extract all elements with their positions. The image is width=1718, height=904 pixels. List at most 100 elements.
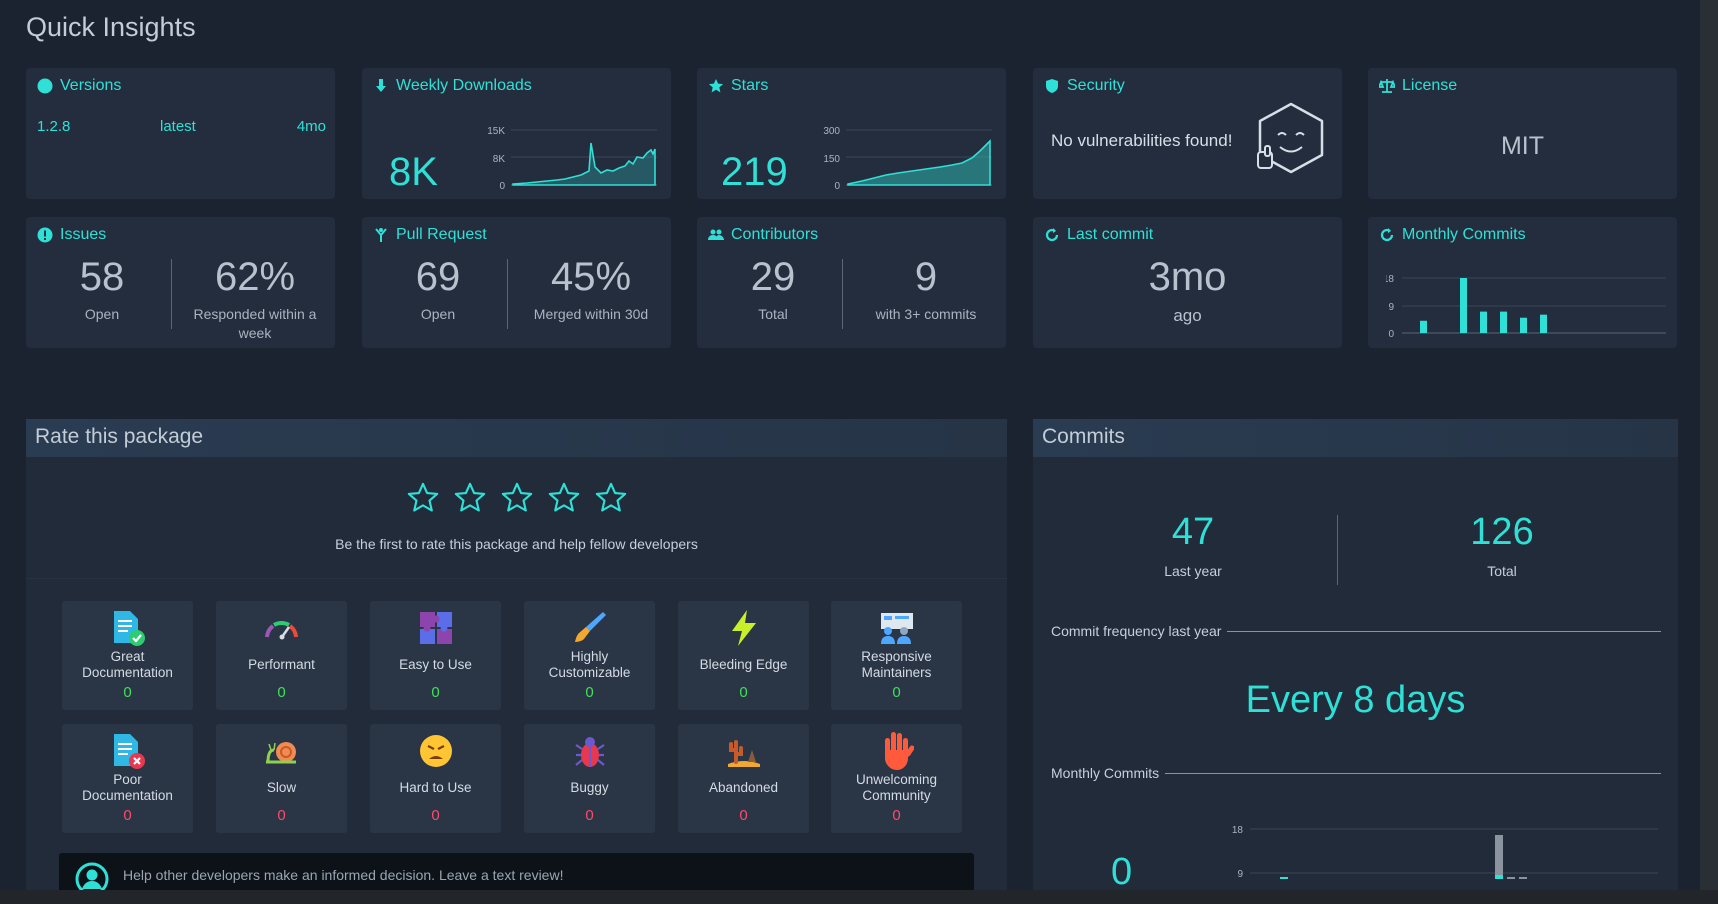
monthly-commit-bar: [1480, 311, 1487, 333]
last-commit-card[interactable]: Last commit 3mo ago: [1033, 217, 1342, 348]
tag-buggy[interactable]: Buggy 0: [524, 724, 655, 833]
star-icon: [708, 79, 724, 93]
tag-count: 0: [277, 684, 286, 701]
pulls-divider: [507, 259, 508, 329]
cm-bar: [1519, 877, 1527, 879]
contributors-total-value: 29: [750, 255, 796, 299]
tag-poor-documentation[interactable]: Poor Documentation 0: [62, 724, 193, 833]
tag-performant[interactable]: Performant 0: [216, 601, 347, 710]
review-box[interactable]: Help other developers make an informed d…: [59, 853, 974, 890]
tag-responsive-maintainers[interactable]: Responsive Maintainers 0: [831, 601, 962, 710]
tag-label: Abandoned: [708, 780, 779, 795]
star-rating[interactable]: [26, 481, 1007, 515]
vertical-scrollbar[interactable]: [1700, 0, 1718, 890]
snail-icon: [265, 742, 296, 764]
page: Quick Insights Versions 1.2.8 latest 4mo…: [0, 0, 1700, 890]
tag-abandoned[interactable]: Abandoned 0: [678, 724, 809, 833]
tag-count: 0: [892, 684, 901, 701]
review-prompt[interactable]: Help other developers make an informed d…: [123, 867, 563, 883]
stars-card[interactable]: Stars 219 300 150 0: [697, 68, 1006, 199]
versions-header: Versions: [37, 77, 121, 95]
cm-bar: [1280, 877, 1288, 879]
downloads-sparkline: 15K 8K 0: [487, 126, 657, 192]
versions-card[interactable]: Versions 1.2.8 latest 4mo: [26, 68, 335, 199]
stars-tick-2: 0: [834, 181, 840, 192]
user-avatar-icon: [75, 862, 109, 890]
tag-bleeding-edge[interactable]: Bleeding Edge 0: [678, 601, 809, 710]
tag-count: 0: [431, 807, 440, 824]
tag-label: Poor Documentation: [82, 772, 173, 803]
document-check-icon: [113, 611, 145, 646]
downloads-tick-1: 8K: [493, 154, 506, 165]
commits-total-label: Total: [1487, 563, 1517, 579]
license-value: MIT: [1500, 132, 1545, 160]
issues-card[interactable]: Issues 58 Open 62% Responded within a we…: [26, 217, 335, 348]
current-month-commits: 0: [1111, 851, 1133, 890]
tag-great-documentation[interactable]: Great Documentation 0: [62, 601, 193, 710]
tag-slow[interactable]: Slow 0: [216, 724, 347, 833]
monthly-commits-card[interactable]: Monthly Commits 18 9 0: [1368, 217, 1677, 348]
security-card[interactable]: Security No vulnerabilities found!: [1033, 68, 1342, 199]
tag-highly-customizable[interactable]: Highly Customizable 0: [524, 601, 655, 710]
download-arrow-icon: [376, 79, 386, 92]
contributors-active-label: with 3+ commits: [875, 306, 977, 322]
rate-separator: [26, 578, 1007, 579]
tag-hard-to-use[interactable]: Hard to Use 0: [370, 724, 501, 833]
scales-icon: [1379, 79, 1395, 93]
version-number[interactable]: 1.2.8: [37, 118, 70, 135]
pulls-merged-label: Merged within 30d: [533, 306, 649, 322]
tag-count: 0: [739, 807, 748, 824]
tag-label: Hard to Use: [399, 780, 472, 795]
tag-count: 0: [585, 684, 594, 701]
rate-panel: Rate this package Be the first to rate t…: [26, 419, 1007, 890]
contributors-divider: [842, 259, 843, 329]
rating-star-5-icon[interactable]: [593, 481, 629, 515]
issues-open-label: Open: [84, 306, 120, 322]
downloads-card[interactable]: Weekly Downloads 8K 15K 8K 0: [362, 68, 671, 199]
monthly-commit-bar: [1420, 320, 1427, 333]
downloads-tick-0: 15K: [487, 126, 505, 137]
pull-request-card[interactable]: Pull Request 69 Open 45% Merged within 3…: [362, 217, 671, 348]
tag-count: 0: [431, 684, 440, 701]
downloads-tick-2: 0: [499, 181, 505, 192]
tag-unwelcoming-community[interactable]: Unwelcoming Community 0: [831, 724, 962, 833]
bottom-bar: [0, 890, 1718, 904]
monthly-commit-bar: [1460, 278, 1467, 333]
mc-tick-1: 9: [1388, 302, 1394, 313]
lightning-icon: [731, 610, 756, 646]
commits-last-year-label: Last year: [1164, 563, 1222, 579]
last-commit-header: Last commit: [1044, 226, 1153, 244]
contributors-header: Contributors: [708, 226, 818, 244]
tag-label: Bleeding Edge: [699, 657, 788, 672]
tag-count: 0: [277, 807, 286, 824]
page-title: Quick Insights: [26, 12, 196, 42]
cm-tick-1: 9: [1237, 869, 1243, 879]
refresh-icon: [1045, 228, 1059, 242]
stars-title: Stars: [731, 77, 769, 94]
rating-star-4-icon[interactable]: [546, 481, 582, 515]
stars-tick-0: 300: [823, 126, 840, 137]
bug-icon: [574, 737, 605, 767]
tag-count: 0: [123, 807, 132, 824]
commits-panel: Commits 47 Last year 126 Total Commit fr…: [1033, 419, 1678, 890]
contributors-card[interactable]: Contributors 29 Total 9 with 3+ commits: [697, 217, 1006, 348]
tag-label: Responsive Maintainers: [861, 649, 932, 680]
tag-count: 0: [585, 807, 594, 824]
monthly-commits-title: Monthly Commits: [1402, 226, 1526, 243]
happy-robot-icon: [1257, 102, 1324, 174]
stars-header: Stars: [708, 77, 768, 95]
rating-star-2-icon[interactable]: [452, 481, 488, 515]
commits-total-value: 126: [1470, 511, 1534, 553]
tag-easy-to-use[interactable]: Easy to Use 0: [370, 601, 501, 710]
security-title: Security: [1067, 77, 1125, 94]
issues-title: Issues: [60, 226, 107, 243]
commits-monthly-chart: 18 9: [1232, 825, 1658, 879]
pulls-merged-value: 45%: [550, 255, 632, 299]
angry-face-icon: [419, 735, 452, 767]
tag-label: Buggy: [570, 780, 609, 795]
pulls-open-value: 69: [415, 255, 461, 299]
rating-star-3-icon[interactable]: [499, 481, 535, 515]
pull-request-header: Pull Request: [373, 226, 487, 244]
rating-star-1-icon[interactable]: [405, 481, 441, 515]
license-card[interactable]: License MIT: [1368, 68, 1677, 199]
